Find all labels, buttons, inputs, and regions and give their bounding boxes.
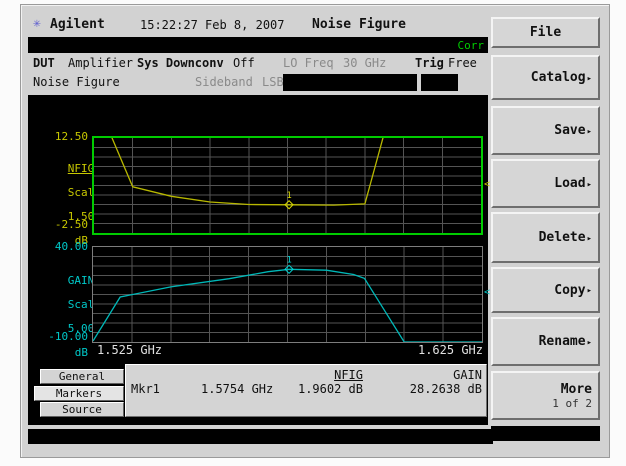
submenu-arrow-icon: ▸: [587, 180, 592, 190]
gain-ref-arrow-icon: <: [484, 288, 490, 298]
gain-unit-label: dB: [75, 346, 88, 359]
dut-label: DUT: [33, 56, 55, 70]
tab-markers[interactable]: Markers: [34, 386, 124, 401]
trig-label: Trig: [415, 56, 444, 70]
submenu-arrow-icon: ▸: [587, 234, 592, 244]
softkey-label: Copy: [554, 283, 585, 298]
lo-freq-label: LO Freq: [283, 56, 334, 70]
gain-y-min-label: -10.00: [28, 331, 88, 343]
sideband-value: LSB: [262, 75, 284, 89]
softkey-catalog[interactable]: Catalog▸: [491, 55, 600, 100]
corr-status-badge: Corr: [458, 39, 485, 52]
agilent-spark-icon: ✳: [33, 17, 41, 31]
svg-text:1: 1: [286, 255, 291, 265]
softkey-copy[interactable]: Copy▸: [491, 267, 600, 313]
softkey-page-indicator: 1 of 2: [552, 397, 592, 410]
softkey-delete[interactable]: Delete▸: [491, 212, 600, 263]
entry-display-box-small: [421, 74, 458, 91]
nfig-y-min-label: -2.50: [28, 219, 88, 231]
marker-nfig-value: 1.9602 dB: [283, 382, 363, 396]
gain-trace-label: GAIN: [68, 274, 95, 287]
nfig-chart[interactable]: 1: [92, 136, 483, 235]
entry-display-box-large: [283, 74, 417, 91]
measurement-label: Noise Figure: [33, 75, 120, 89]
submenu-arrow-icon: ▸: [587, 74, 592, 84]
marker-readout-panel: NFIG GAIN Mkr1 1.5754 GHz 1.9602 dB 28.2…: [125, 364, 487, 417]
sys-downconv-label: Sys Downconv: [137, 56, 224, 70]
svg-text:1: 1: [286, 191, 291, 201]
message-bar: [28, 429, 493, 444]
sideband-label: Sideband: [195, 75, 253, 89]
readout-gain-header: GAIN: [402, 368, 482, 382]
marker-frequency: 1.5754 GHz: [201, 382, 273, 396]
softkey-load[interactable]: Load▸: [491, 159, 600, 208]
softkey-label: More: [561, 382, 592, 397]
instrument-screen: ✳ Agilent 15:22:27 Feb 8, 2007 Noise Fig…: [0, 0, 626, 466]
annunciator-bar: Corr: [28, 37, 488, 53]
tab-general[interactable]: General: [40, 369, 124, 384]
brand-label: Agilent: [50, 17, 105, 32]
submenu-arrow-icon: ▸: [587, 127, 592, 137]
marker-name: Mkr1: [131, 382, 160, 396]
softkey-label: Save: [554, 123, 585, 138]
marker-gain-value: 28.2638 dB: [402, 382, 482, 396]
nfig-y-max-label: 12.50: [28, 131, 88, 143]
gain-y-max-label: 40.00: [28, 241, 88, 253]
readout-nfig-header: NFIG: [283, 368, 363, 382]
softkey-save[interactable]: Save▸: [491, 106, 600, 155]
page-title: Noise Figure: [312, 17, 406, 32]
datetime-label: 15:22:27 Feb 8, 2007: [140, 18, 285, 32]
submenu-arrow-icon: ▸: [587, 338, 592, 348]
nfig-ref-arrow-icon: <: [484, 180, 490, 190]
submenu-arrow-icon: ▸: [587, 286, 592, 296]
graph-display: 12.50 NFIG Scale/ 1.50 > dB -2.50 1 < 40…: [28, 95, 488, 425]
x-axis-stop-label: 1.625 GHz: [383, 343, 483, 357]
softkey-label: Catalog: [531, 70, 586, 85]
menu-status-bar: [491, 426, 600, 441]
menu-title-file[interactable]: File: [491, 17, 600, 48]
status-area: DUT Amplifier Sys Downconv Off LO Freq 3…: [28, 53, 488, 95]
dut-value: Amplifier: [68, 56, 133, 70]
softkey-label: Delete: [539, 230, 586, 245]
menu-title-label: File: [530, 25, 561, 40]
gain-axis-block: GAIN Scale/ 5.00 > dB: [28, 263, 88, 371]
softkey-label: Load: [554, 176, 585, 191]
softkey-more[interactable]: More 1 of 2: [491, 371, 600, 420]
header-bar: ✳ Agilent 15:22:27 Feb 8, 2007 Noise Fig…: [28, 14, 488, 36]
sys-downconv-value: Off: [233, 56, 255, 70]
x-axis-start-label: 1.525 GHz: [97, 343, 162, 357]
tab-source[interactable]: Source: [40, 402, 124, 417]
nfig-trace-label: NFIG: [68, 162, 95, 175]
trig-value: Free: [448, 56, 477, 70]
softkey-label: Rename: [539, 334, 586, 349]
gain-chart[interactable]: 1: [92, 246, 483, 343]
softkey-rename[interactable]: Rename▸: [491, 317, 600, 366]
lo-freq-value: 30 GHz: [343, 56, 386, 70]
